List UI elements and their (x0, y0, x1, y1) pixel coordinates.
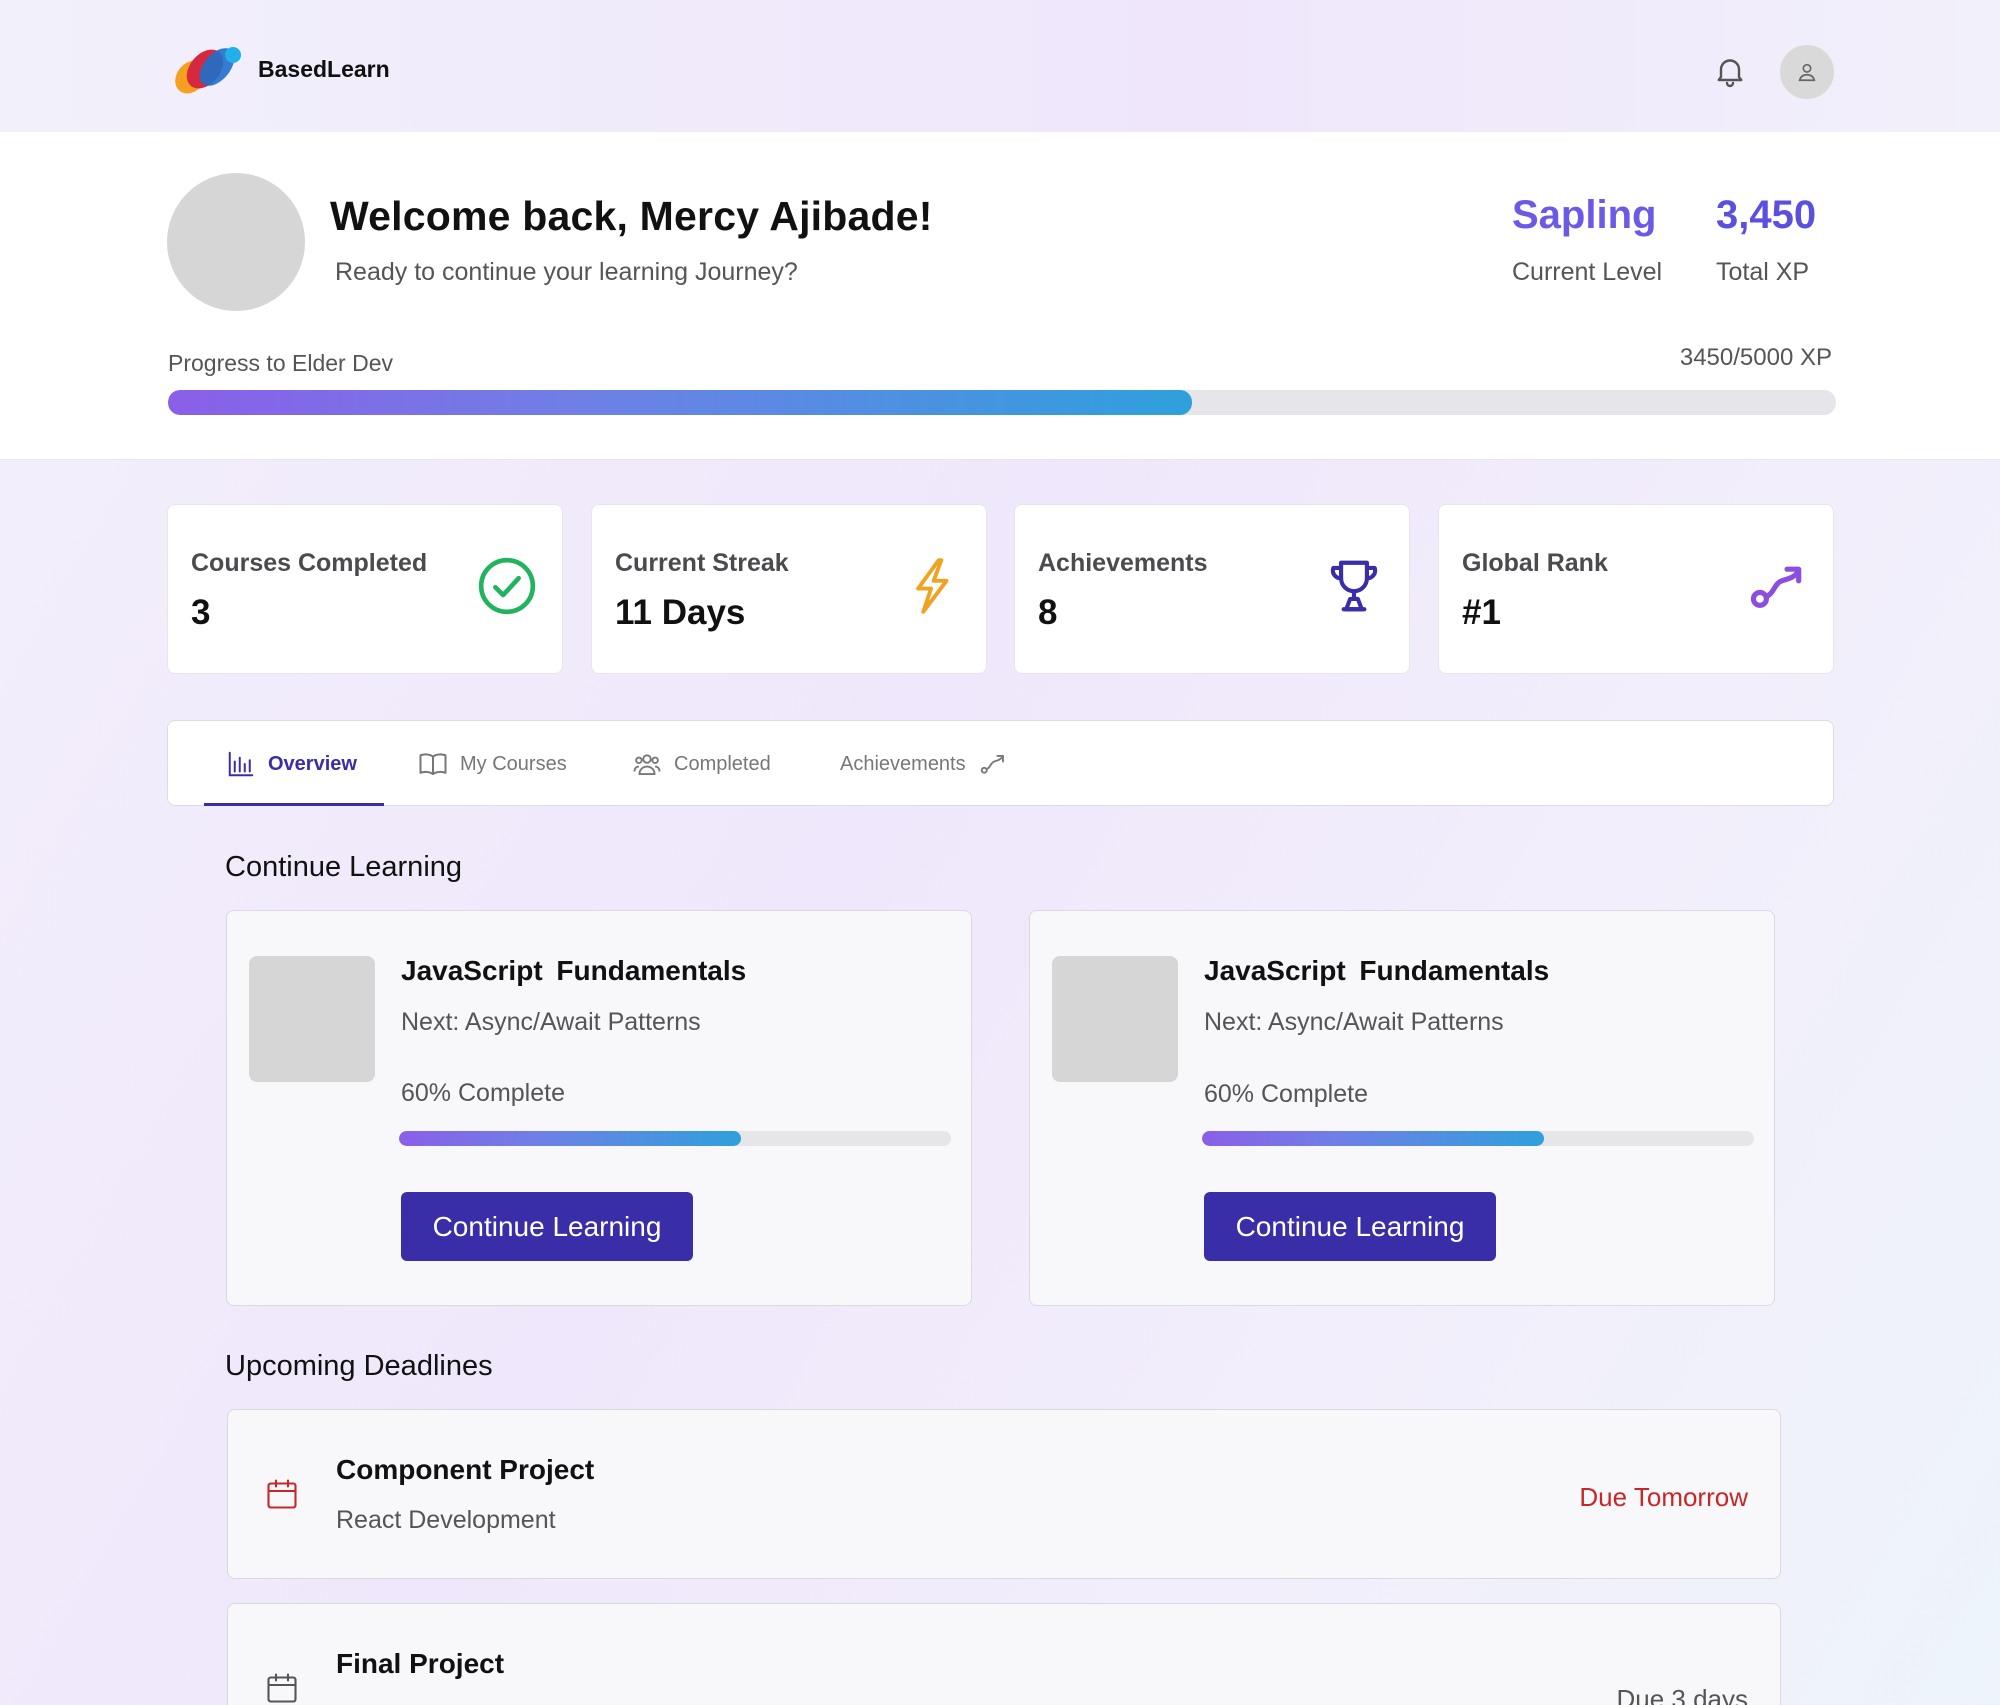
tab-label: Completed (674, 752, 771, 775)
deadline-due: Due 3 days (1616, 1684, 1748, 1705)
tab-overview[interactable]: Overview (226, 721, 357, 807)
course-next-lesson: Next: Async/Await Patterns (1204, 1008, 1504, 1036)
continue-learning-title: Continue Learning (225, 851, 463, 883)
profile-button[interactable] (1780, 45, 1834, 99)
stat-card-courses-completed: Courses Completed 3 (167, 504, 563, 674)
tab-completed[interactable]: Completed (632, 721, 771, 807)
welcome-title: Welcome back, Mercy Ajibade! (330, 193, 933, 239)
course-thumbnail (249, 956, 375, 1082)
stat-value: 11 Days (615, 593, 746, 632)
deadline-item[interactable]: Final Project Due 3 days (227, 1603, 1781, 1705)
deadline-item[interactable]: Component Project React Development Due … (227, 1409, 1781, 1579)
route-icon (980, 754, 1004, 774)
lightning-icon (916, 558, 949, 614)
course-card: JavaScript Fundamentals Next: Async/Awai… (1029, 910, 1775, 1306)
current-level-label: Current Level (1512, 258, 1663, 286)
deadline-due: Due Tomorrow (1579, 1482, 1748, 1512)
stat-card-current-streak: Current Streak 11 Days (591, 504, 987, 674)
continue-learning-button[interactable]: Continue Learning (1204, 1192, 1496, 1261)
trophy-icon (1330, 560, 1378, 612)
tab-label: Overview (268, 752, 357, 775)
course-progress-text: 60% Complete (401, 1079, 565, 1107)
deadline-title: Final Project (336, 1648, 505, 1679)
course-thumbnail (1052, 956, 1178, 1082)
course-progress-bar (1202, 1131, 1754, 1146)
book-icon (419, 753, 447, 775)
deadline-title: Component Project (336, 1454, 595, 1485)
course-title: JavaScript Fundamentals (401, 955, 747, 986)
stat-value: #1 (1462, 593, 1501, 632)
current-level-value: Sapling (1512, 193, 1657, 237)
course-next-lesson: Next: Async/Await Patterns (401, 1008, 701, 1036)
level-progress-fill (168, 390, 1193, 415)
calendar-icon (267, 1673, 297, 1703)
check-circle-icon (478, 557, 536, 615)
course-card: JavaScript Fundamentals Next: Async/Awai… (226, 910, 972, 1306)
brand-name: BasedLearn (258, 56, 390, 82)
course-title: JavaScript Fundamentals (1204, 955, 1550, 986)
stat-card-achievements: Achievements 8 (1014, 504, 1410, 674)
course-progress-bar (399, 1131, 951, 1146)
progress-xp-text: 3450/5000 XP (1679, 344, 1832, 371)
users-icon (633, 754, 661, 775)
stat-card-global-rank: Global Rank #1 (1438, 504, 1834, 674)
deadline-course: React Development (336, 1506, 556, 1534)
tab-achievements[interactable]: Achievements (840, 721, 1008, 807)
tab-label: Achievements (840, 752, 966, 775)
progress-label: Progress to Elder Dev (168, 350, 393, 376)
course-progress-text: 60% Complete (1204, 1080, 1368, 1108)
total-xp-value: 3,450 (1716, 193, 1817, 237)
calendar-icon (267, 1479, 297, 1509)
active-tab-indicator (204, 803, 384, 806)
tab-my-courses[interactable]: My Courses (418, 721, 567, 807)
continue-learning-button[interactable]: Continue Learning (401, 1192, 693, 1261)
stat-label: Courses Completed (191, 549, 428, 577)
level-progress-bar (168, 390, 1836, 415)
course-progress-fill (399, 1131, 742, 1146)
upcoming-deadlines-title: Upcoming Deadlines (225, 1350, 493, 1382)
tab-bar: Overview My Courses Completed Achievemen… (167, 720, 1834, 806)
welcome-subtitle: Ready to continue your learning Journey? (335, 258, 798, 286)
bar-chart-icon (228, 751, 254, 777)
tab-label: My Courses (460, 752, 567, 775)
stat-label: Current Streak (615, 549, 789, 577)
basedlearn-logo[interactable] (167, 45, 247, 95)
total-xp-label: Total XP (1716, 258, 1810, 286)
stat-value: 3 (191, 593, 211, 632)
avatar (167, 173, 305, 311)
course-progress-fill (1202, 1131, 1545, 1146)
user-icon (1798, 63, 1816, 82)
stat-value: 8 (1038, 593, 1058, 632)
stat-label: Achievements (1038, 549, 1208, 577)
stat-label: Global Rank (1462, 549, 1608, 577)
route-icon (1750, 566, 1802, 608)
bell-icon[interactable] (1712, 53, 1748, 89)
